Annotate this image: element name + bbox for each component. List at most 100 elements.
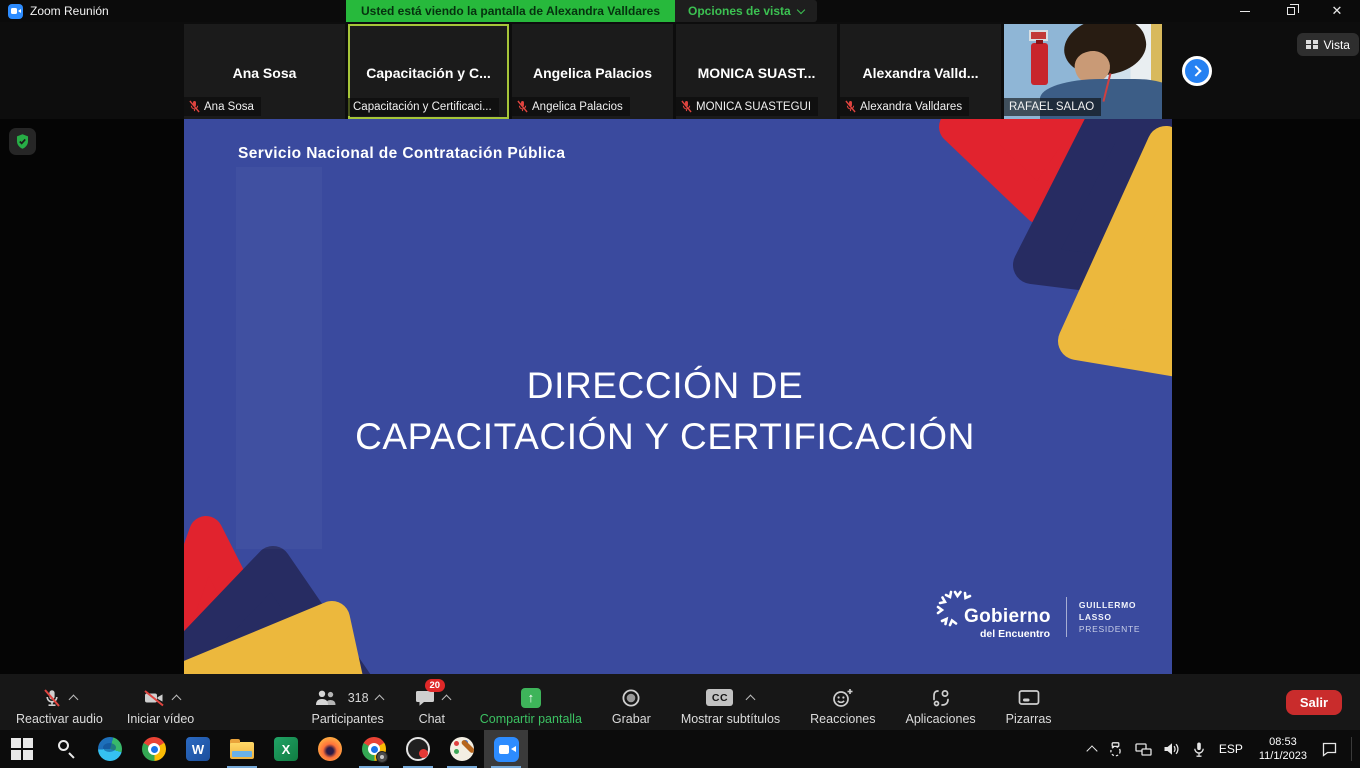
zoom-app-icon [8,4,23,19]
minimize-button[interactable] [1222,0,1268,22]
muted-mic-icon [41,687,63,709]
excel-icon: X [274,737,298,761]
participant-name-label: Ana Sosa [184,97,261,116]
cast-icon[interactable] [1107,741,1124,758]
taskbar-app-file-explorer[interactable] [220,730,264,768]
zoom-meeting-window: Zoom Reunión Usted está viendo la pantal… [0,0,1360,768]
stopped-camera-icon [142,687,166,709]
reactions-smiley-icon [831,687,854,709]
gallery-view-icon [1306,40,1318,50]
slide-title: DIRECCIÓN DE CAPACITACIÓN Y CERTIFICACIÓ… [184,360,1146,462]
reactions-button[interactable]: Reacciones [810,679,875,726]
logo-divider [1066,597,1067,637]
close-button[interactable]: ✕ [1314,0,1360,22]
muted-mic-icon [681,100,692,113]
taskbar-app-excel[interactable]: X [264,730,308,768]
participant-name-label: Capacitación y Certificaci... [348,98,499,116]
window-title: Zoom Reunión [30,4,109,18]
shield-check-icon [14,133,31,150]
network-displays-icon[interactable] [1135,742,1152,757]
show-desktop-divider[interactable] [1351,737,1352,761]
chevron-right-icon [1190,65,1201,76]
view-options-button[interactable]: Opciones de vista [675,0,817,22]
paint-icon [450,737,474,761]
presentation-slide: Servicio Nacional de Contratación Públic… [184,119,1172,674]
taskbar-app-edge[interactable] [88,730,132,768]
search-icon [55,738,77,760]
apps-icon [930,687,952,709]
chat-button[interactable]: 20 Chat [414,679,450,726]
share-screen-button[interactable]: ↑ Compartir pantalla [480,679,582,726]
apps-button[interactable]: Aplicaciones [905,679,975,726]
participants-strip: Ana Sosa Ana Sosa Capacitación y C... Ca… [0,22,1360,119]
edge-icon [98,737,122,761]
muted-mic-icon [189,100,200,113]
microphone-icon[interactable] [1192,741,1206,758]
language-indicator[interactable]: ESP [1217,742,1245,756]
chat-options-chevron[interactable] [441,695,451,705]
captions-button[interactable]: CC Mostrar subtítulos [681,679,780,726]
meeting-toolbar: Reactivar audio Iniciar vídeo [0,674,1360,730]
windows-logo-icon [11,738,33,760]
participant-tile[interactable]: Capacitación y C... Capacitación y Certi… [348,24,509,119]
restore-button[interactable] [1268,0,1314,22]
taskbar-search-button[interactable] [44,730,88,768]
file-explorer-icon [230,742,254,759]
shared-screen-stage: Servicio Nacional de Contratación Públic… [0,119,1360,674]
obs-icon [406,737,430,761]
participant-name-label: MONICA SUASTEGUI [676,97,818,116]
chevron-down-icon [796,5,804,13]
participant-name-label: Angelica Palacios [512,97,630,116]
participants-options-chevron[interactable] [374,695,384,705]
action-center-icon[interactable] [1321,741,1338,757]
taskbar-app-chrome[interactable] [132,730,176,768]
participants-icon [313,688,339,708]
cc-icon: CC [706,689,733,706]
hidden-icons-chevron[interactable] [1086,745,1097,756]
taskbar-app-obs[interactable] [396,730,440,768]
whiteboards-button[interactable]: Pizarras [1006,679,1052,726]
leave-meeting-button[interactable]: Salir [1286,690,1342,715]
security-badge[interactable] [9,128,36,155]
participant-tile[interactable]: Ana Sosa Ana Sosa [184,24,345,119]
record-icon [620,687,642,709]
taskbar-app-zoom[interactable] [484,730,528,768]
participants-button[interactable]: 318 Participantes [312,679,384,726]
share-screen-icon: ↑ [521,688,541,708]
participant-name-label: Alexandra Valldares [840,97,969,116]
taskbar-app-word[interactable]: W [176,730,220,768]
zoom-icon [494,737,519,762]
system-tray: ESP 08:53 11/1/2023 [1088,730,1360,768]
participant-name-label: RAFAEL SALAO [1004,98,1101,116]
participant-tile[interactable]: Alexandra Valld... Alexandra Valldares [840,24,1001,119]
windows-taskbar: W X [0,730,1360,768]
muted-mic-icon [845,100,856,113]
taskbar-app-chrome-profile[interactable] [352,730,396,768]
captions-options-chevron[interactable] [746,695,756,705]
start-video-button[interactable]: Iniciar vídeo [127,679,194,726]
video-options-chevron[interactable] [171,695,181,705]
muted-mic-icon [517,100,528,113]
participant-tile[interactable]: MONICA SUAST... MONICA SUASTEGUI [676,24,837,119]
taskbar-app-paint[interactable] [440,730,484,768]
taskbar-clock[interactable]: 08:53 11/1/2023 [1256,735,1310,764]
gobierno-logo: Gobierno del Encuentro GUILLERMO LASSO P… [936,589,1172,645]
chrome-icon [142,737,166,761]
chat-unread-badge: 20 [425,679,445,692]
participant-tile[interactable]: RAFAEL SALAO [1004,24,1162,119]
title-bar: Zoom Reunión Usted está viendo la pantal… [0,0,1360,22]
record-button[interactable]: Grabar [612,679,651,726]
vista-view-button[interactable]: Vista [1297,33,1359,56]
audio-options-chevron[interactable] [69,695,79,705]
next-participants-page-button[interactable] [1182,56,1212,86]
unmute-button[interactable]: Reactivar audio [16,679,103,726]
screen-share-banner: Usted está viendo la pantalla de Alexand… [346,0,675,22]
chrome-profile-icon [362,737,386,761]
firefox-icon [318,737,342,761]
whiteboard-icon [1017,688,1041,708]
word-icon: W [186,737,210,761]
taskbar-app-firefox[interactable] [308,730,352,768]
taskbar-start-button[interactable] [0,730,44,768]
speaker-icon[interactable] [1163,741,1181,757]
participant-tile[interactable]: Angelica Palacios Angelica Palacios [512,24,673,119]
